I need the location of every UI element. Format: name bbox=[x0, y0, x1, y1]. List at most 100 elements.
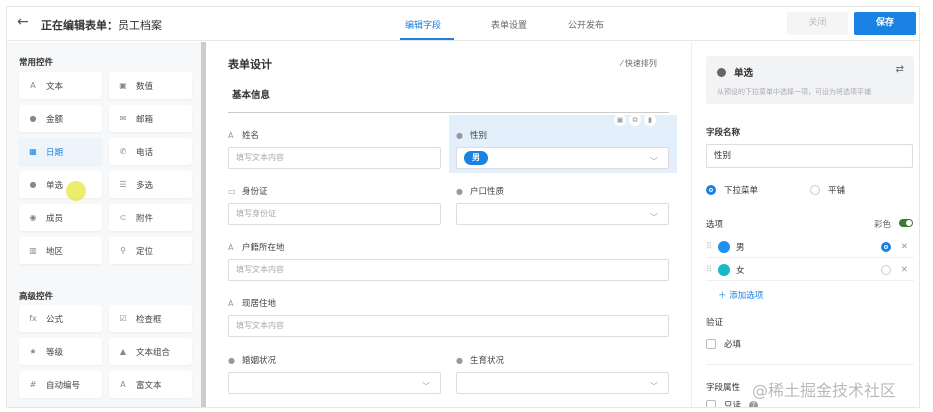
type-description: 从预设的下拉菜单中选择一项，可设为将选项平铺 bbox=[717, 88, 871, 96]
back-arrow-icon[interactable]: ← bbox=[17, 14, 29, 30]
palette-item[interactable]: ⚲ 定位 bbox=[109, 237, 192, 264]
option-color-dot[interactable] bbox=[718, 263, 730, 276]
tab-publish[interactable]: 公开发布 bbox=[568, 18, 604, 31]
default-option-radio[interactable] bbox=[880, 241, 891, 252]
field-label-marriage: ● 婚姻状况 bbox=[228, 355, 277, 367]
options-label: 选项 bbox=[706, 220, 724, 230]
name-input[interactable]: 填写文本内容 bbox=[228, 147, 441, 169]
field-label-address: A 现居住地 bbox=[228, 298, 277, 310]
palette-item[interactable]: # 自动编号 bbox=[19, 371, 102, 398]
control-icon: ⚲ bbox=[120, 246, 126, 255]
tab-edit-fields[interactable]: 编辑字段 bbox=[405, 18, 441, 31]
control-icon: ▣ bbox=[119, 81, 127, 90]
tab-form-settings[interactable]: 表单设置 bbox=[491, 18, 527, 31]
marriage-select[interactable]: ﹀ bbox=[228, 372, 441, 394]
watermark: @稀土掘金技术社区 bbox=[752, 381, 897, 400]
text-icon: A bbox=[228, 298, 234, 308]
control-icon: ◉ bbox=[29, 213, 37, 222]
mode-dropdown-radio[interactable]: 下拉菜单 bbox=[706, 184, 758, 196]
header: ← 正在编辑表单：员工档案 编辑字段 表单设置 公开发布 关闭 保存 bbox=[7, 7, 919, 41]
palette-item[interactable]: A 文本 bbox=[19, 72, 102, 99]
field-properties-panel: 单选 ⇄ 从预设的下拉菜单中选择一项，可设为将选项平铺 字段名称 性别 下拉菜单… bbox=[691, 42, 919, 407]
control-icon: # bbox=[29, 380, 37, 389]
palette-item[interactable]: A 富文本 bbox=[109, 371, 192, 398]
option-row: ⠿ 男 ✕ bbox=[706, 236, 914, 258]
hukou-loc-input[interactable]: 填写文本内容 bbox=[228, 259, 669, 281]
address-input[interactable]: 填写文本内容 bbox=[228, 315, 669, 337]
palette-item[interactable]: ✆ 电话 bbox=[109, 138, 192, 165]
palette-item[interactable]: ▲ 文本组合 bbox=[109, 338, 192, 365]
palette-item[interactable]: ⊂ 附件 bbox=[109, 204, 192, 231]
control-palette: 常用控件 A 文本 ▣ 数值 ● 金额 ✉ 邮箱 ▦ 日期 ✆ 电话 ● 单选 ☰ 多选 ◉ 成员 ⊂ 附件 ▥ 地区 ⚲ 定… bbox=[7, 42, 201, 407]
palette-item[interactable]: ✉ 邮箱 bbox=[109, 105, 192, 132]
active-tab-indicator bbox=[400, 38, 454, 40]
section-divider bbox=[228, 112, 669, 113]
control-icon: fx bbox=[29, 314, 37, 323]
page-title: 正在编辑表单：员工档案 bbox=[41, 19, 162, 32]
palette-item[interactable]: ▣ 数值 bbox=[109, 72, 192, 99]
palette-item[interactable]: ◉ 成员 bbox=[19, 204, 102, 231]
palette-item[interactable]: fx 公式 bbox=[19, 305, 102, 332]
palette-item[interactable]: ☰ 多选 bbox=[109, 171, 192, 198]
gender-value-tag: 男 bbox=[464, 151, 488, 165]
palette-item[interactable]: ★ 等级 bbox=[19, 338, 102, 365]
control-icon: ✉ bbox=[119, 114, 127, 123]
field-type-card: 单选 ⇄ 从预设的下拉菜单中选择一项，可设为将选项平铺 bbox=[706, 56, 914, 104]
field-name-input[interactable]: 性别 bbox=[706, 144, 913, 168]
palette-item[interactable]: ● 金额 bbox=[19, 105, 102, 132]
chevron-down-icon: ﹀ bbox=[650, 213, 658, 222]
field-label-hukou-loc: A 户籍所在地 bbox=[228, 242, 285, 254]
color-label: 彩色 bbox=[874, 220, 892, 230]
radio-icon: ● bbox=[456, 355, 463, 365]
field-actions: ▣ ⧉ ▮ bbox=[614, 114, 656, 126]
palette-item[interactable]: ▦ 日期 bbox=[19, 138, 102, 165]
control-icon: A bbox=[120, 380, 126, 389]
radio-icon: ● bbox=[228, 355, 235, 365]
color-toggle[interactable] bbox=[899, 219, 913, 227]
id-input[interactable]: 填写身份证 bbox=[228, 203, 441, 225]
readonly-checkbox[interactable]: 只读? bbox=[706, 399, 759, 407]
required-checkbox[interactable]: 必填 bbox=[706, 338, 741, 350]
drag-handle-icon[interactable]: ⠿ bbox=[706, 265, 718, 275]
validate-label: 验证 bbox=[706, 318, 724, 328]
attr-label: 字段属性 bbox=[706, 383, 741, 393]
switch-type-icon[interactable]: ⇄ bbox=[896, 64, 904, 75]
quick-sort-button[interactable]: ⁄ 快速排列 bbox=[621, 58, 657, 69]
birth-select[interactable]: ﹀ bbox=[456, 372, 669, 394]
option-row: ⠿ 女 ✕ bbox=[706, 259, 914, 281]
field-label-name: A 姓名 bbox=[228, 130, 260, 142]
control-icon: ☰ bbox=[119, 180, 127, 189]
drag-handle-icon[interactable]: ⠿ bbox=[706, 242, 718, 252]
control-icon: ● bbox=[29, 114, 37, 123]
control-icon: ▥ bbox=[29, 246, 37, 255]
design-title: 表单设计 bbox=[228, 58, 272, 71]
radio-icon: ● bbox=[456, 186, 463, 196]
field-label-gender: ● 性别 bbox=[456, 130, 488, 142]
field-label-hukou-type: ● 户口性质 bbox=[456, 186, 505, 198]
remove-option-icon[interactable]: ✕ bbox=[901, 242, 908, 252]
control-icon: ✆ bbox=[119, 147, 127, 156]
palette-item[interactable]: ● 单选 bbox=[19, 171, 102, 198]
default-option-radio[interactable] bbox=[880, 264, 891, 275]
section-title: 基本信息 bbox=[232, 90, 271, 101]
option-color-dot[interactable] bbox=[718, 240, 730, 253]
mode-flat-radio[interactable]: 平铺 bbox=[810, 184, 845, 196]
control-icon: ★ bbox=[29, 347, 37, 356]
help-icon[interactable]: ? bbox=[749, 400, 759, 407]
field-label-birth: ● 生育状况 bbox=[456, 355, 505, 367]
text-icon: A bbox=[228, 242, 234, 252]
palette-item[interactable]: ☑ 检查框 bbox=[109, 305, 192, 332]
copy-icon[interactable]: ⧉ bbox=[629, 114, 641, 126]
control-icon: ● bbox=[29, 180, 37, 189]
palette-item[interactable]: ▥ 地区 bbox=[19, 237, 102, 264]
gender-select[interactable]: 男 ﹀ bbox=[456, 147, 669, 169]
remove-option-icon[interactable]: ✕ bbox=[901, 265, 908, 275]
field-label-id: ▭ 身份证 bbox=[228, 186, 268, 198]
delete-icon[interactable]: ▮ bbox=[644, 114, 656, 126]
save-button[interactable]: 保存 bbox=[854, 12, 916, 35]
settings-icon[interactable]: ▣ bbox=[614, 114, 626, 126]
chevron-down-icon: ﹀ bbox=[422, 382, 430, 391]
hukou-type-select[interactable]: ﹀ bbox=[456, 203, 669, 225]
add-option-button[interactable]: ＋ 添加选项 bbox=[718, 289, 763, 301]
close-button[interactable]: 关闭 bbox=[787, 12, 848, 35]
